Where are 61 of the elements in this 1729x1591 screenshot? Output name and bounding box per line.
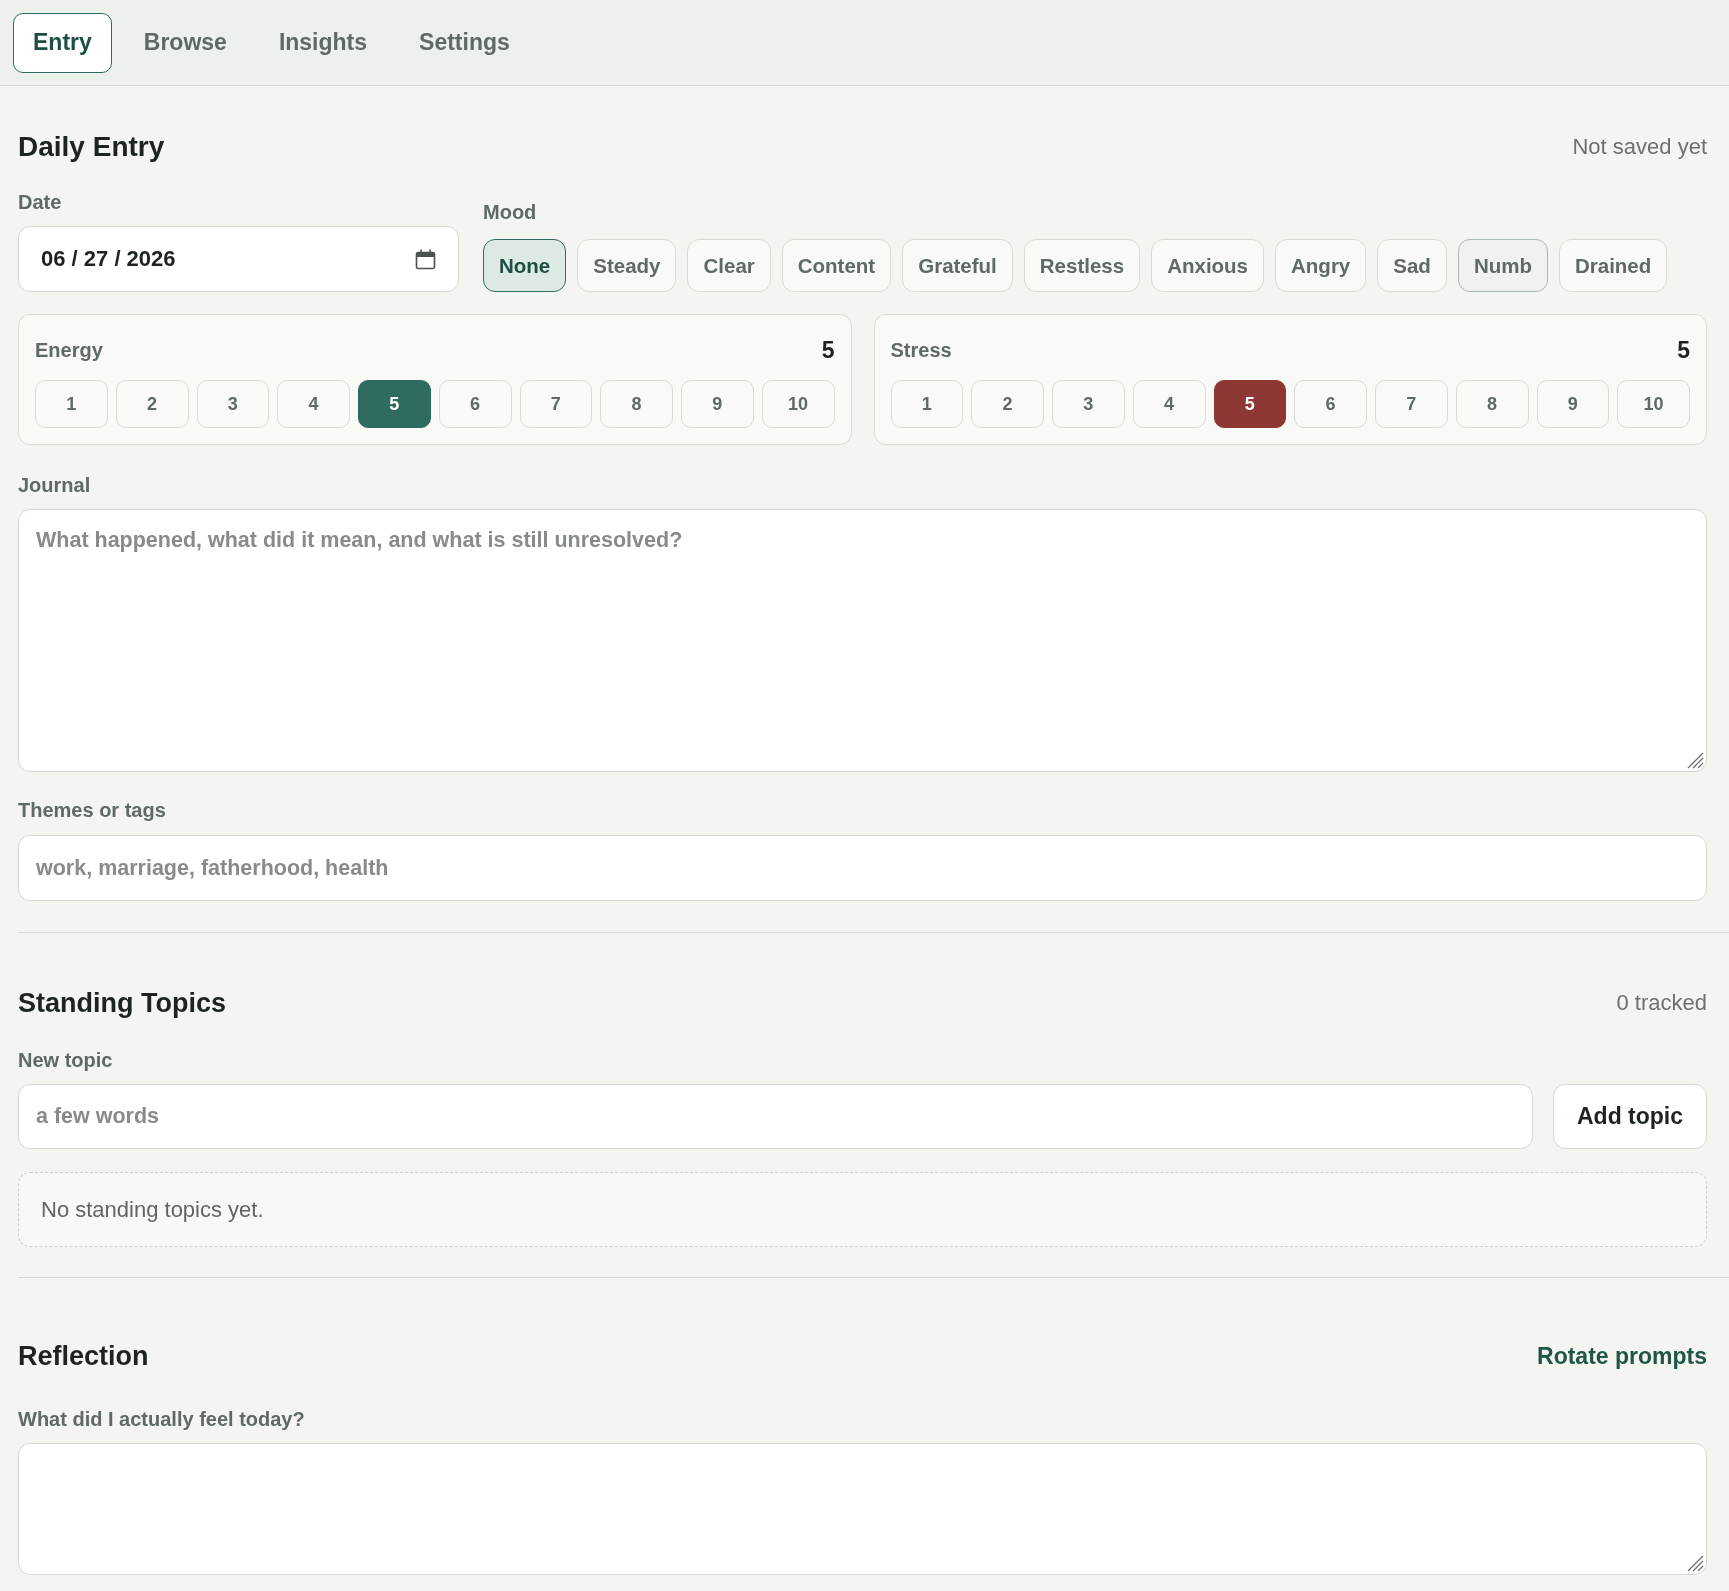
- journal-field[interactable]: What happened, what did it mean, and what is still unresolved?: [18, 509, 1707, 772]
- section-heading: Standing Topics: [18, 987, 226, 1020]
- rating-option[interactable]: 3: [196, 380, 270, 428]
- resize-grip-icon[interactable]: [1686, 1554, 1704, 1572]
- rating-option[interactable]: 7: [1375, 380, 1448, 428]
- save-status: Not saved yet: [1572, 133, 1707, 161]
- rating-option[interactable]: 1: [35, 380, 108, 428]
- field-label: Date: [18, 190, 62, 214]
- mood-chip[interactable]: Numb: [1457, 239, 1548, 292]
- rating-value: 5: [1677, 336, 1690, 364]
- mood-chip[interactable]: Steady: [577, 239, 677, 292]
- mood-chip[interactable]: Content: [781, 239, 892, 292]
- rating-label: Stress: [890, 338, 952, 362]
- field-label: Themes or tags: [18, 798, 166, 822]
- rating-option[interactable]: 8: [600, 380, 673, 428]
- rating-option[interactable]: 2: [115, 380, 189, 428]
- calendar-icon[interactable]: [415, 248, 436, 270]
- field-label: Mood: [483, 200, 537, 224]
- rating-option[interactable]: 6: [438, 380, 512, 428]
- rating-option[interactable]: 4: [1132, 380, 1206, 428]
- rating-option[interactable]: 9: [1536, 380, 1610, 428]
- mood-chip[interactable]: Restless: [1023, 239, 1141, 292]
- mood-chip[interactable]: Anxious: [1151, 239, 1265, 292]
- mood-chip[interactable]: Drained: [1558, 239, 1668, 292]
- nav-tab[interactable]: Insights: [258, 12, 388, 73]
- rating-option[interactable]: 3: [1052, 380, 1125, 428]
- nav-tab[interactable]: Settings: [399, 12, 530, 73]
- mood-chip[interactable]: Clear: [687, 239, 771, 292]
- rating-option[interactable]: 10: [761, 380, 835, 428]
- rating-option[interactable]: 8: [1455, 380, 1529, 428]
- rating-option[interactable]: 7: [519, 380, 593, 428]
- rating-label: Energy: [35, 338, 103, 362]
- field-label: New topic: [18, 1048, 113, 1072]
- date-field[interactable]: 06 / 27 / 2026: [18, 226, 459, 292]
- reflection-field[interactable]: [18, 1443, 1707, 1575]
- section-heading: Reflection: [18, 1340, 149, 1373]
- rating-option[interactable]: 2: [971, 380, 1044, 428]
- rotate-prompts-link[interactable]: Rotate prompts: [1537, 1342, 1707, 1370]
- rating-option[interactable]: 6: [1294, 380, 1367, 428]
- rating-value: 5: [821, 336, 835, 364]
- mood-chip[interactable]: None: [483, 239, 567, 292]
- rating-option[interactable]: 1: [890, 380, 964, 428]
- resize-grip-icon[interactable]: [1686, 751, 1704, 769]
- rating-option[interactable]: 10: [1617, 380, 1690, 428]
- tracked-count: 0 tracked: [1616, 989, 1707, 1017]
- add-topic-button[interactable]: Add topic: [1553, 1084, 1707, 1149]
- rating-option[interactable]: 9: [681, 380, 754, 428]
- prompt-label: What did I actually feel today?: [18, 1407, 305, 1431]
- rating-option[interactable]: 5: [1213, 380, 1287, 428]
- section-heading: Daily Entry: [18, 130, 165, 164]
- field-label: Journal: [18, 473, 91, 497]
- rating-option[interactable]: 4: [277, 380, 350, 428]
- empty-message: No standing topics yet.: [41, 1196, 264, 1223]
- mood-chip[interactable]: Sad: [1377, 239, 1447, 292]
- rating-option[interactable]: 5: [358, 380, 431, 428]
- nav-tab[interactable]: Entry: [13, 12, 112, 73]
- mood-chip[interactable]: Grateful: [902, 239, 1013, 292]
- tags-field[interactable]: work, marriage, fatherhood, health: [18, 835, 1707, 901]
- mood-chip[interactable]: Angry: [1275, 239, 1367, 292]
- topic-field[interactable]: a few words: [18, 1084, 1533, 1149]
- nav-tab[interactable]: Browse: [123, 12, 247, 73]
